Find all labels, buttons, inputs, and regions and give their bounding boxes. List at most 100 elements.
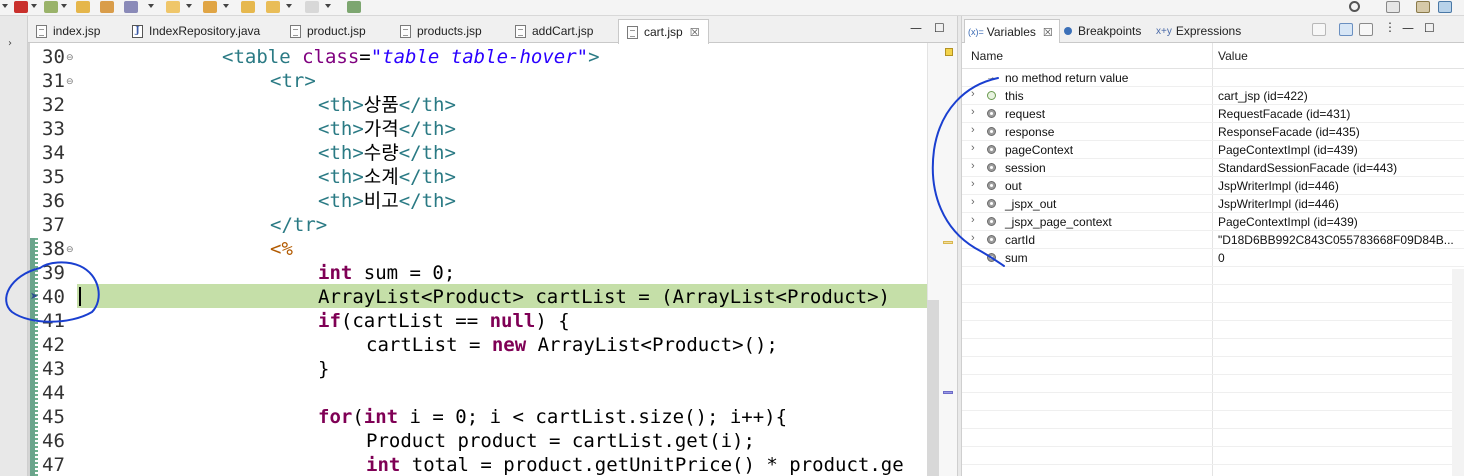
line-number: 43 xyxy=(42,358,65,380)
code-token: </tr> xyxy=(270,214,328,236)
expand-chevron-icon[interactable]: › xyxy=(971,214,975,226)
code-token: for xyxy=(318,406,353,428)
field-variable-icon xyxy=(987,145,996,154)
expand-chevron-icon[interactable]: › xyxy=(971,196,975,208)
variable-row[interactable]: › out JspWriterImpl (id=446) xyxy=(962,177,1464,195)
warning-marker-icon[interactable] xyxy=(945,48,953,56)
dropdown-arrow-icon[interactable] xyxy=(325,4,331,8)
variable-row[interactable]: › this cart_jsp (id=422) xyxy=(962,87,1464,105)
code-token: total = product.getUnitPrice() * product… xyxy=(400,454,904,476)
minimize-icon[interactable]: — xyxy=(1402,21,1414,35)
close-tab-icon[interactable]: ☒ xyxy=(1043,26,1053,39)
tab-expressions[interactable]: x+y Expressions xyxy=(1156,19,1241,43)
maximize-icon[interactable]: ☐ xyxy=(1424,21,1435,35)
line-number: 45 xyxy=(42,406,65,428)
fold-toggle-icon[interactable]: ⊖ xyxy=(66,54,74,63)
view-menu-icon[interactable]: ⋮ xyxy=(1384,20,1396,34)
tab-label: cart.jsp xyxy=(644,25,683,39)
fold-toggle-icon[interactable]: ⊖ xyxy=(66,246,74,255)
dropdown-arrow-icon[interactable] xyxy=(186,4,192,8)
show-type-names-icon[interactable] xyxy=(1312,23,1326,36)
debug-perspective-icon[interactable] xyxy=(1438,1,1452,13)
expand-chevron-icon[interactable]: › xyxy=(971,88,975,100)
expand-chevron-icon[interactable]: › xyxy=(971,160,975,172)
tab-breakpoints[interactable]: Breakpoints xyxy=(1064,19,1141,43)
run-icon[interactable] xyxy=(44,1,58,13)
debug-view-tab-bar: (x)= Variables ☒ Breakpoints x+y Express… xyxy=(962,16,1464,44)
expand-chevron-icon[interactable]: › xyxy=(971,124,975,136)
line-number: 35 xyxy=(42,166,65,188)
open-perspective-icon[interactable] xyxy=(1386,1,1400,13)
tab-label: Expressions xyxy=(1175,24,1242,38)
dropdown-arrow-icon[interactable] xyxy=(148,4,154,8)
code-token: sum = 0; xyxy=(352,262,456,284)
java-ee-perspective-icon[interactable] xyxy=(1416,1,1430,13)
variable-row[interactable]: › response ResponseFacade (id=435) xyxy=(962,123,1464,141)
maximize-icon[interactable]: ☐ xyxy=(934,21,945,35)
prev-annotation-icon[interactable] xyxy=(203,1,217,13)
dropdown-arrow-icon[interactable] xyxy=(31,4,37,8)
collapse-all-icon[interactable] xyxy=(1359,23,1373,36)
line-number: 33 xyxy=(42,118,65,140)
variable-row[interactable]: › request RequestFacade (id=431) xyxy=(962,105,1464,123)
dropdown-arrow-icon[interactable] xyxy=(61,4,67,8)
code-line-34: <th>수량</th> xyxy=(318,141,456,165)
code-token: if xyxy=(318,310,341,332)
variable-row[interactable]: › pageContext PageContextImpl (id=439) xyxy=(962,141,1464,159)
tab-products-jsp[interactable]: products.jsp xyxy=(400,19,482,43)
field-variable-icon xyxy=(987,235,996,244)
variable-row-return[interactable]: → no method return value xyxy=(962,69,1464,87)
expand-chevron-icon[interactable]: › xyxy=(971,178,975,190)
variable-name: cartId xyxy=(1005,233,1036,247)
fold-toggle-icon[interactable]: ⊖ xyxy=(66,78,74,87)
close-tab-icon[interactable]: ☒ xyxy=(690,26,700,39)
annotation-marker[interactable] xyxy=(943,241,953,244)
code-editor[interactable]: <table class="table table-hover"> <tr> <… xyxy=(77,43,927,476)
tab-indexrepository-java[interactable]: J IndexRepository.java xyxy=(132,19,260,43)
tab-label: Variables xyxy=(986,25,1036,39)
column-header-value[interactable]: Value xyxy=(1218,49,1248,63)
variable-row[interactable]: › session StandardSessionFacade (id=443) xyxy=(962,159,1464,177)
variable-name: no method return value xyxy=(1005,71,1129,85)
dropdown-arrow-icon[interactable] xyxy=(223,4,229,8)
variables-scroll-track[interactable] xyxy=(1452,269,1464,476)
tab-product-jsp[interactable]: product.jsp xyxy=(290,19,366,43)
variable-row[interactable]: › _jspx_out JspWriterImpl (id=446) xyxy=(962,195,1464,213)
show-logical-structure-icon[interactable] xyxy=(1339,23,1353,36)
tab-variables[interactable]: (x)= Variables ☒ xyxy=(964,19,1060,44)
annotation-marker[interactable] xyxy=(943,391,953,394)
last-edit-icon[interactable] xyxy=(241,1,255,13)
vertical-scrollbar[interactable] xyxy=(927,300,939,476)
expand-chevron-icon[interactable]: › xyxy=(971,142,975,154)
search-icon[interactable] xyxy=(1349,1,1360,12)
variable-row[interactable]: sum 0 xyxy=(962,249,1464,267)
minimize-icon[interactable]: — xyxy=(910,21,922,35)
tab-index-jsp[interactable]: index.jsp xyxy=(36,19,100,43)
next-annotation-icon[interactable] xyxy=(166,1,180,13)
tab-label: index.jsp xyxy=(53,24,101,38)
new-server-icon[interactable] xyxy=(100,1,114,13)
tab-cart-jsp[interactable]: cart.jsp ☒ xyxy=(618,19,709,44)
variable-value: PageContextImpl (id=439) xyxy=(1218,215,1358,229)
expand-chevron-icon[interactable]: › xyxy=(971,106,975,118)
forward-icon[interactable] xyxy=(305,1,319,13)
dropdown-arrow-icon[interactable] xyxy=(2,4,8,8)
field-variable-icon xyxy=(987,217,996,226)
code-token: class xyxy=(302,46,360,68)
open-folder-icon[interactable] xyxy=(76,1,90,13)
debug-icon[interactable] xyxy=(14,1,28,13)
back-icon[interactable] xyxy=(266,1,280,13)
code-token: </th> xyxy=(398,166,456,188)
code-line-45: for(int i = 0; i < cartList.size(); i++)… xyxy=(318,405,787,429)
wand-icon[interactable] xyxy=(124,1,138,13)
expand-chevron-icon[interactable]: › xyxy=(971,232,975,244)
column-header-name[interactable]: Name xyxy=(971,49,1003,63)
pin-editor-icon[interactable] xyxy=(347,1,361,13)
variable-row[interactable]: › cartId "D18D6BB992C843C055783668F09D84… xyxy=(962,231,1464,249)
variable-row-empty xyxy=(962,357,1464,375)
dropdown-arrow-icon[interactable] xyxy=(286,4,292,8)
chevron-right-icon[interactable]: › xyxy=(8,38,12,49)
variable-row[interactable]: › _jspx_page_context PageContextImpl (id… xyxy=(962,213,1464,231)
tab-addcart-jsp[interactable]: addCart.jsp xyxy=(515,19,593,43)
code-token: ) { xyxy=(535,310,570,332)
